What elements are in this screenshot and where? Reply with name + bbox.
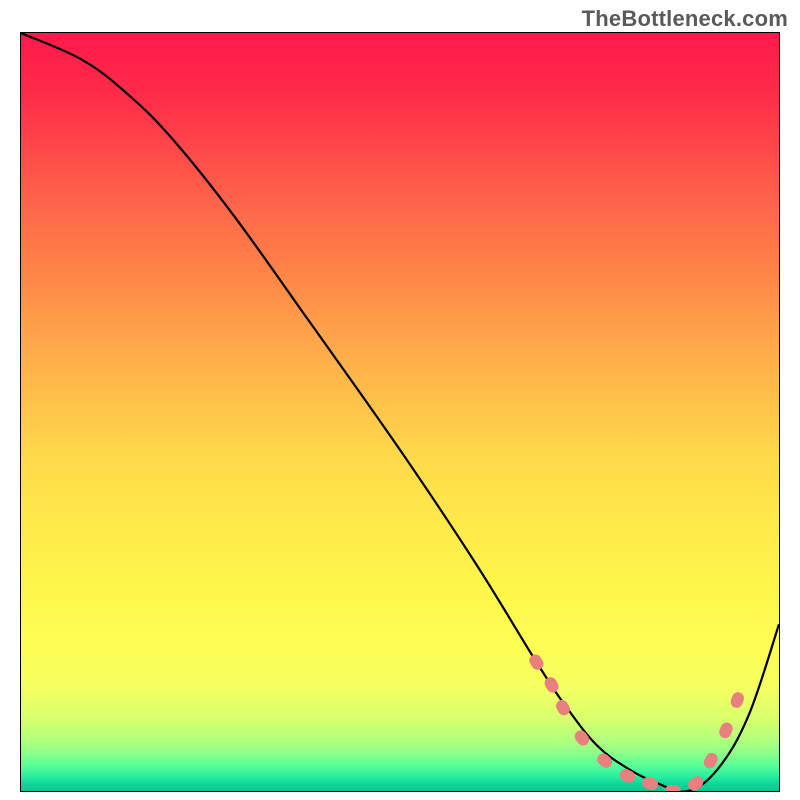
- marker-dot: [717, 721, 734, 740]
- marker-dot: [665, 785, 681, 791]
- watermark-text: TheBottleneck.com: [582, 6, 788, 32]
- marker-dot: [554, 698, 572, 718]
- marker-dot: [618, 767, 638, 785]
- marker-dot: [595, 751, 615, 770]
- marker-dot: [527, 652, 546, 672]
- marker-dot: [542, 675, 560, 695]
- curve-path: [21, 33, 779, 791]
- marker-dot: [702, 751, 720, 771]
- plot-area: [20, 32, 780, 792]
- marker-dot: [686, 774, 706, 791]
- marker-dot: [572, 728, 591, 748]
- marker-group: [527, 652, 746, 791]
- chart-container: TheBottleneck.com: [0, 0, 800, 800]
- marker-dot: [729, 690, 746, 709]
- curve-svg: [21, 33, 779, 791]
